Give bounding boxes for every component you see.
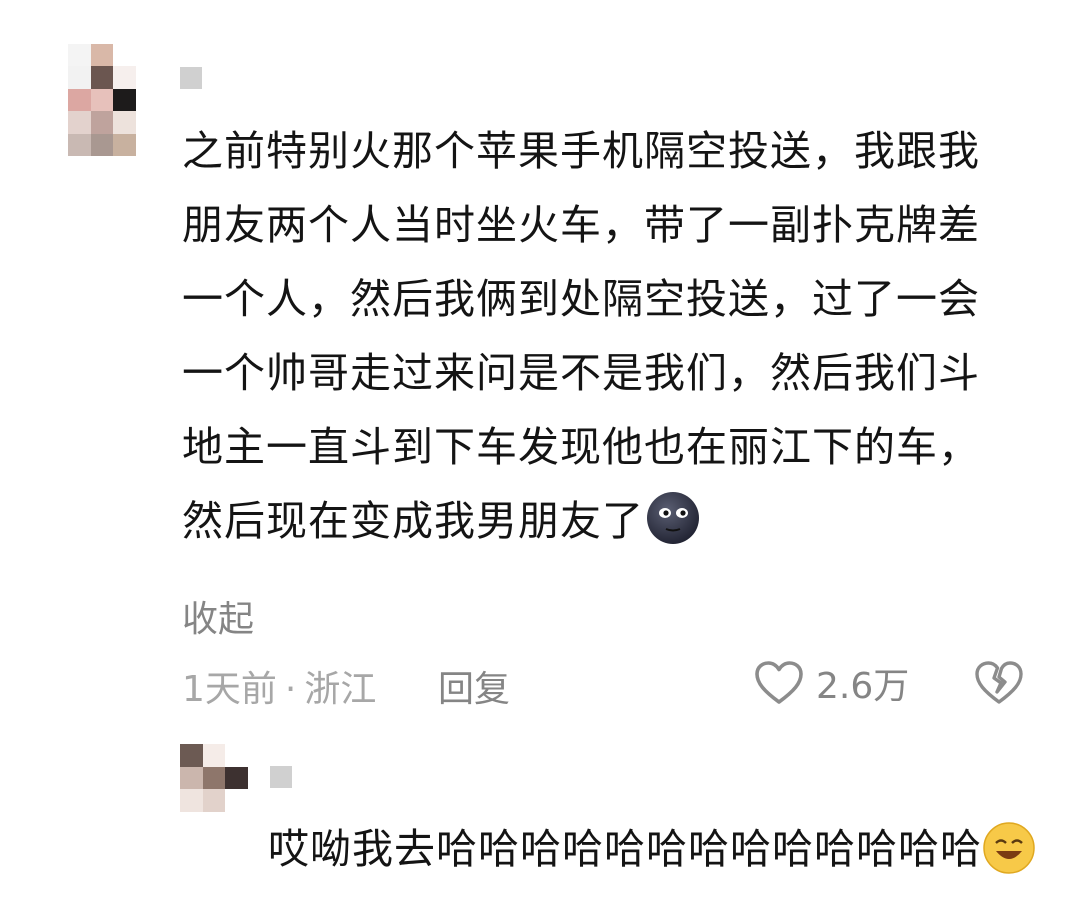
- reply-text: 哎呦我去哈哈哈哈哈哈哈哈哈哈哈哈哈: [268, 816, 1068, 882]
- comment-text: 之前特别火那个苹果手机隔空投送，我跟我朋友两个人当时坐火车，带了一副扑克牌差一个…: [182, 114, 1002, 558]
- reply-username[interactable]: [270, 766, 292, 788]
- heart-outline-icon: [755, 661, 803, 704]
- comment-time: 1天前: [182, 669, 277, 710]
- comment-text-content: 之前特别火那个苹果手机隔空投送，我跟我朋友两个人当时坐火车，带了一副扑克牌差一个…: [182, 127, 980, 545]
- username[interactable]: [180, 67, 202, 89]
- avatar[interactable]: [68, 44, 136, 156]
- broken-heart-icon[interactable]: [974, 658, 1024, 708]
- like-count: 2.6万: [816, 666, 910, 707]
- reply-avatar[interactable]: [180, 744, 248, 812]
- comment-meta: 1天前 · 浙江: [182, 660, 376, 712]
- like-button[interactable]: 2.6万: [754, 658, 909, 708]
- moon-face-emoji-icon: [647, 492, 699, 544]
- reply-text-content: 哎呦我去哈哈哈哈哈哈哈哈哈哈哈哈哈: [268, 825, 982, 873]
- meta-separator: ·: [284, 669, 297, 710]
- reply-button[interactable]: 回复: [438, 660, 510, 712]
- laughing-emoji-icon: [983, 822, 1035, 874]
- collapse-button[interactable]: 收起: [182, 590, 254, 642]
- comment-location: 浙江: [304, 669, 377, 710]
